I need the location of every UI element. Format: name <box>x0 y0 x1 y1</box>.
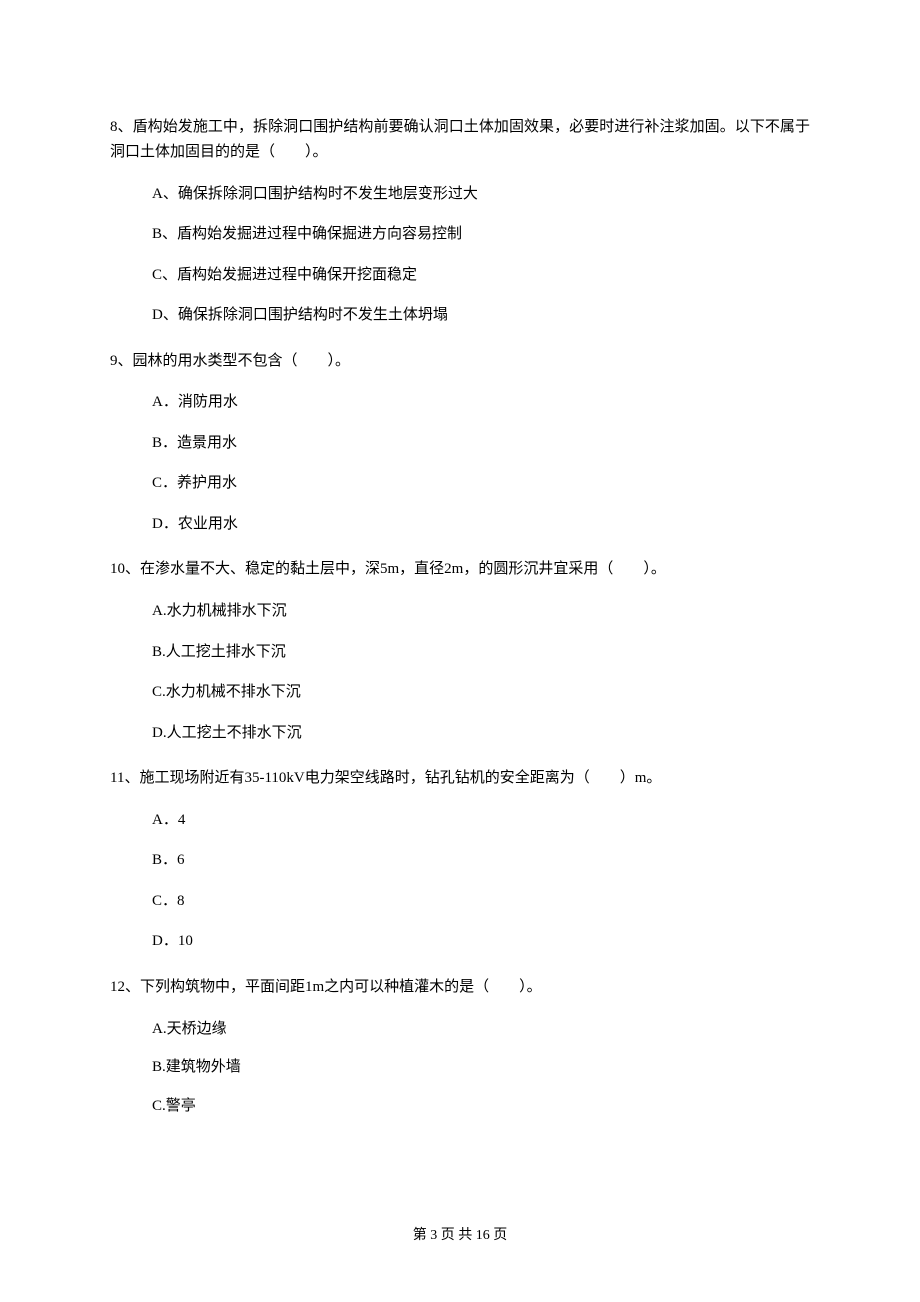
option-c: C、盾构始发掘进过程中确保开挖面稳定 <box>152 264 810 287</box>
option-d: D．农业用水 <box>152 513 810 536</box>
question-text: 11、施工现场附近有35-110kV电力架空线路时，钻孔钻机的安全距离为（ ）m… <box>110 766 810 791</box>
question-number: 11、 <box>110 770 139 786</box>
question-11: 11、施工现场附近有35-110kV电力架空线路时，钻孔钻机的安全距离为（ ）m… <box>110 766 810 953</box>
option-b: B、盾构始发掘进过程中确保掘进方向容易控制 <box>152 223 810 246</box>
question-10: 10、在渗水量不大、稳定的黏土层中，深5m，直径2m，的圆形沉井宜采用（ ）。 … <box>110 557 810 744</box>
option-d: D.人工挖土不排水下沉 <box>152 722 810 745</box>
question-text: 10、在渗水量不大、稳定的黏土层中，深5m，直径2m，的圆形沉井宜采用（ ）。 <box>110 557 810 582</box>
options: A.天桥边缘 B.建筑物外墙 C.警亭 <box>110 1018 810 1118</box>
option-c: C．8 <box>152 890 810 913</box>
option-c: C.水力机械不排水下沉 <box>152 681 810 704</box>
option-d: D．10 <box>152 930 810 953</box>
question-body: 下列构筑物中，平面间距1m之内可以种植灌木的是（ ）。 <box>140 979 542 995</box>
page-content: 8、盾构始发施工中，拆除洞口围护结构前要确认洞口土体加固效果，必要时进行补注浆加… <box>0 0 920 1117</box>
question-number: 12、 <box>110 979 140 995</box>
option-a: A.天桥边缘 <box>152 1018 810 1041</box>
option-a: A．4 <box>152 809 810 832</box>
question-text: 8、盾构始发施工中，拆除洞口围护结构前要确认洞口土体加固效果，必要时进行补注浆加… <box>110 115 810 165</box>
question-text: 9、园林的用水类型不包含（ ）。 <box>110 349 810 374</box>
option-d: D、确保拆除洞口围护结构时不发生土体坍塌 <box>152 304 810 327</box>
option-c: C.警亭 <box>152 1095 810 1118</box>
option-b: B．6 <box>152 849 810 872</box>
options: A．消防用水 B．造景用水 C．养护用水 D．农业用水 <box>110 391 810 535</box>
question-body: 在渗水量不大、稳定的黏土层中，深5m，直径2m，的圆形沉井宜采用（ ）。 <box>140 561 666 577</box>
question-text: 12、下列构筑物中，平面间距1m之内可以种植灌木的是（ ）。 <box>110 975 810 1000</box>
option-b: B.建筑物外墙 <box>152 1056 810 1079</box>
options: A、确保拆除洞口围护结构时不发生地层变形过大 B、盾构始发掘进过程中确保掘进方向… <box>110 183 810 327</box>
question-number: 10、 <box>110 561 140 577</box>
option-a: A、确保拆除洞口围护结构时不发生地层变形过大 <box>152 183 810 206</box>
question-number: 9、 <box>110 353 133 369</box>
question-body: 盾构始发施工中，拆除洞口围护结构前要确认洞口土体加固效果，必要时进行补注浆加固。… <box>110 119 810 160</box>
question-8: 8、盾构始发施工中，拆除洞口围护结构前要确认洞口土体加固效果，必要时进行补注浆加… <box>110 115 810 327</box>
question-body: 施工现场附近有35-110kV电力架空线路时，钻孔钻机的安全距离为（ ）m。 <box>139 770 661 786</box>
question-number: 8、 <box>110 119 133 135</box>
question-12: 12、下列构筑物中，平面间距1m之内可以种植灌木的是（ ）。 A.天桥边缘 B.… <box>110 975 810 1117</box>
option-a: A.水力机械排水下沉 <box>152 600 810 623</box>
option-c: C．养护用水 <box>152 472 810 495</box>
question-9: 9、园林的用水类型不包含（ ）。 A．消防用水 B．造景用水 C．养护用水 D．… <box>110 349 810 536</box>
option-b: B．造景用水 <box>152 432 810 455</box>
option-b: B.人工挖土排水下沉 <box>152 641 810 664</box>
options: A.水力机械排水下沉 B.人工挖土排水下沉 C.水力机械不排水下沉 D.人工挖土… <box>110 600 810 744</box>
options: A．4 B．6 C．8 D．10 <box>110 809 810 953</box>
question-body: 园林的用水类型不包含（ ）。 <box>133 353 351 369</box>
page-footer: 第 3 页 共 16 页 <box>0 1224 920 1244</box>
option-a: A．消防用水 <box>152 391 810 414</box>
